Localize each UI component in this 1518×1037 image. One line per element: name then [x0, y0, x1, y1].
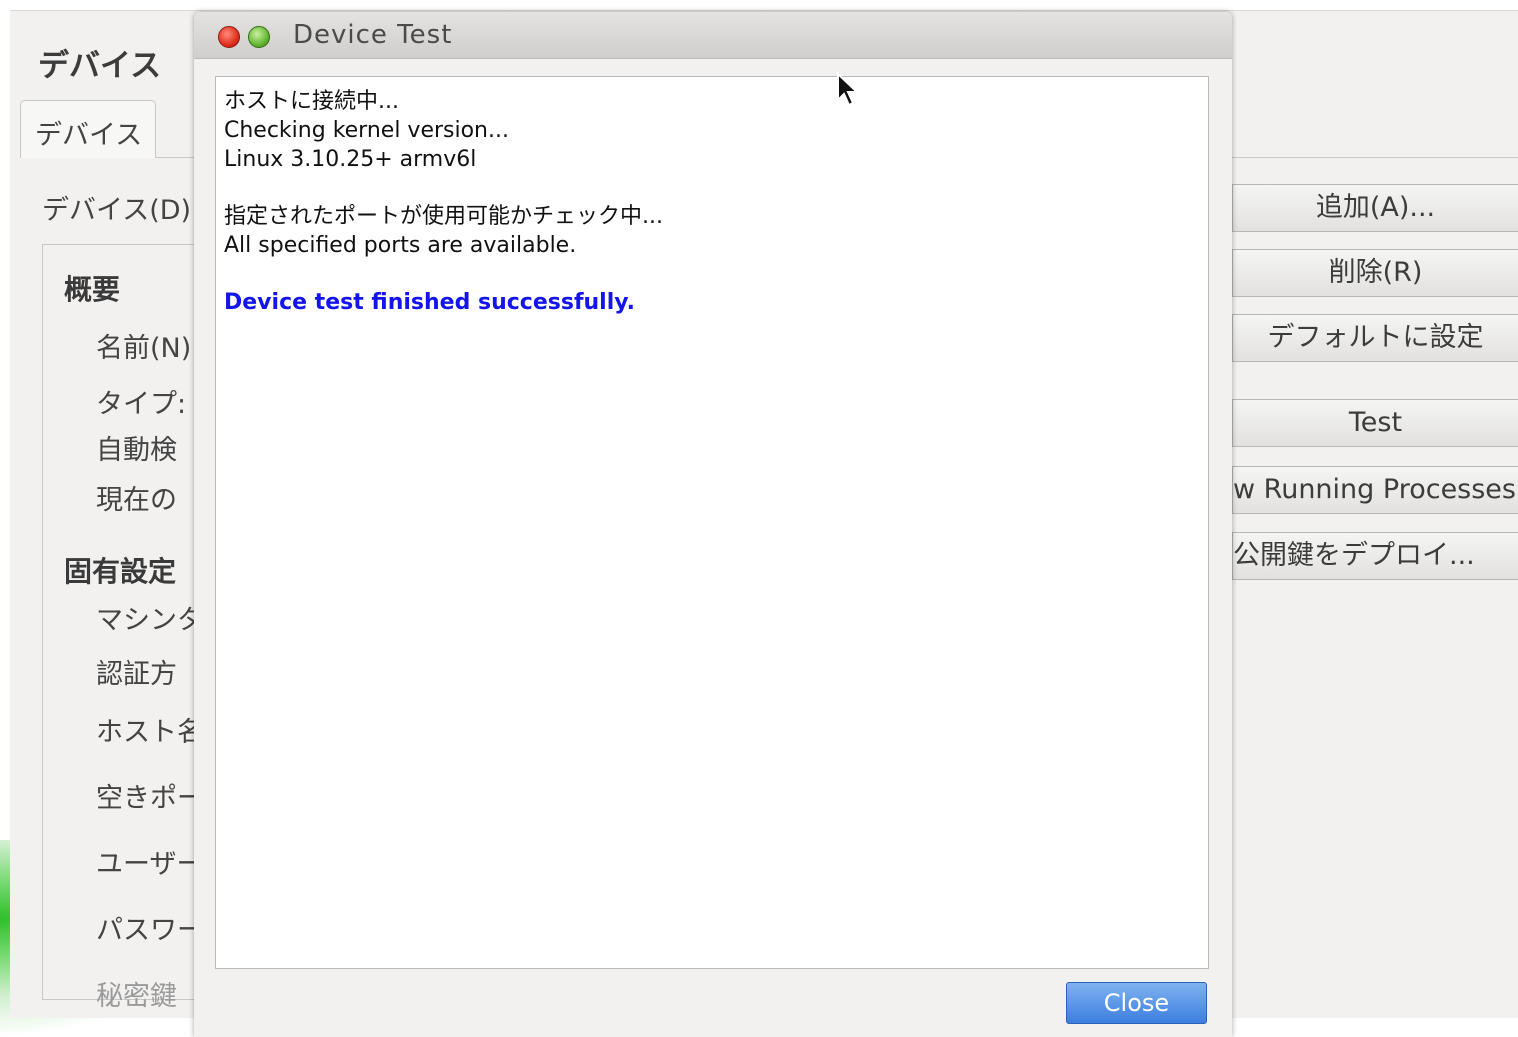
options-page-title: デバイス: [38, 48, 162, 84]
device-label: デバイス(D):: [42, 195, 201, 226]
window-close-icon[interactable]: [218, 26, 240, 48]
output-blank-line: [224, 174, 1200, 202]
add-device-button[interactable]: 追加(A)...: [1232, 184, 1518, 232]
field-password-label: パスワー: [96, 915, 204, 946]
tab-divider: [156, 157, 196, 158]
set-default-button[interactable]: デフォルトに設定: [1232, 314, 1518, 362]
success-message: Device test finished successfully.: [224, 290, 635, 315]
field-user-label: ユーザー: [96, 849, 204, 880]
test-output-area[interactable]: ホストに接続中... Checking kernel version... Li…: [215, 76, 1209, 969]
show-running-processes-button[interactable]: w Running Processes: [1232, 466, 1518, 514]
field-host-name-label: ホスト名: [96, 717, 204, 748]
output-line: 指定されたポートが使用可能かチェック中...: [224, 204, 663, 229]
remove-device-button[interactable]: 削除(R): [1232, 249, 1518, 297]
output-line: ホストに接続中...: [224, 89, 399, 114]
tab-divider-right: [1232, 157, 1518, 158]
output-line: Linux 3.10.25+ armv6l: [224, 147, 477, 172]
field-machine-type-label: マシンタ: [96, 605, 204, 636]
field-free-ports-label: 空きポー: [96, 783, 204, 814]
tab-devices[interactable]: デバイス: [20, 100, 156, 158]
field-type-label: タイプ:: [96, 389, 187, 420]
dialog-title: Device Test: [293, 20, 453, 50]
output-blank-line: [224, 260, 1200, 288]
device-test-dialog: Device Test ホストに接続中... Checking kernel v…: [194, 12, 1232, 1037]
section-specific-settings: 固有設定: [64, 555, 177, 588]
deploy-public-key-button[interactable]: 公開鍵をデプロイ...: [1232, 532, 1518, 580]
output-line: Checking kernel version...: [224, 118, 509, 143]
mouse-pointer-icon: [837, 72, 860, 107]
section-summary: 概要: [64, 273, 121, 306]
dialog-titlebar: Device Test: [194, 12, 1232, 59]
window-maximize-icon[interactable]: [248, 26, 270, 48]
close-button[interactable]: Close: [1066, 982, 1207, 1024]
field-auto-detect-label: 自動検: [96, 435, 177, 466]
field-current-state-label: 現在の: [96, 485, 177, 516]
field-name-label: 名前(N): [96, 333, 192, 364]
test-device-button[interactable]: Test: [1232, 399, 1518, 447]
output-line: All specified ports are available.: [224, 233, 577, 258]
field-private-key-label: 秘密鍵: [96, 981, 177, 1012]
field-auth-method-label: 認証方: [96, 659, 177, 690]
